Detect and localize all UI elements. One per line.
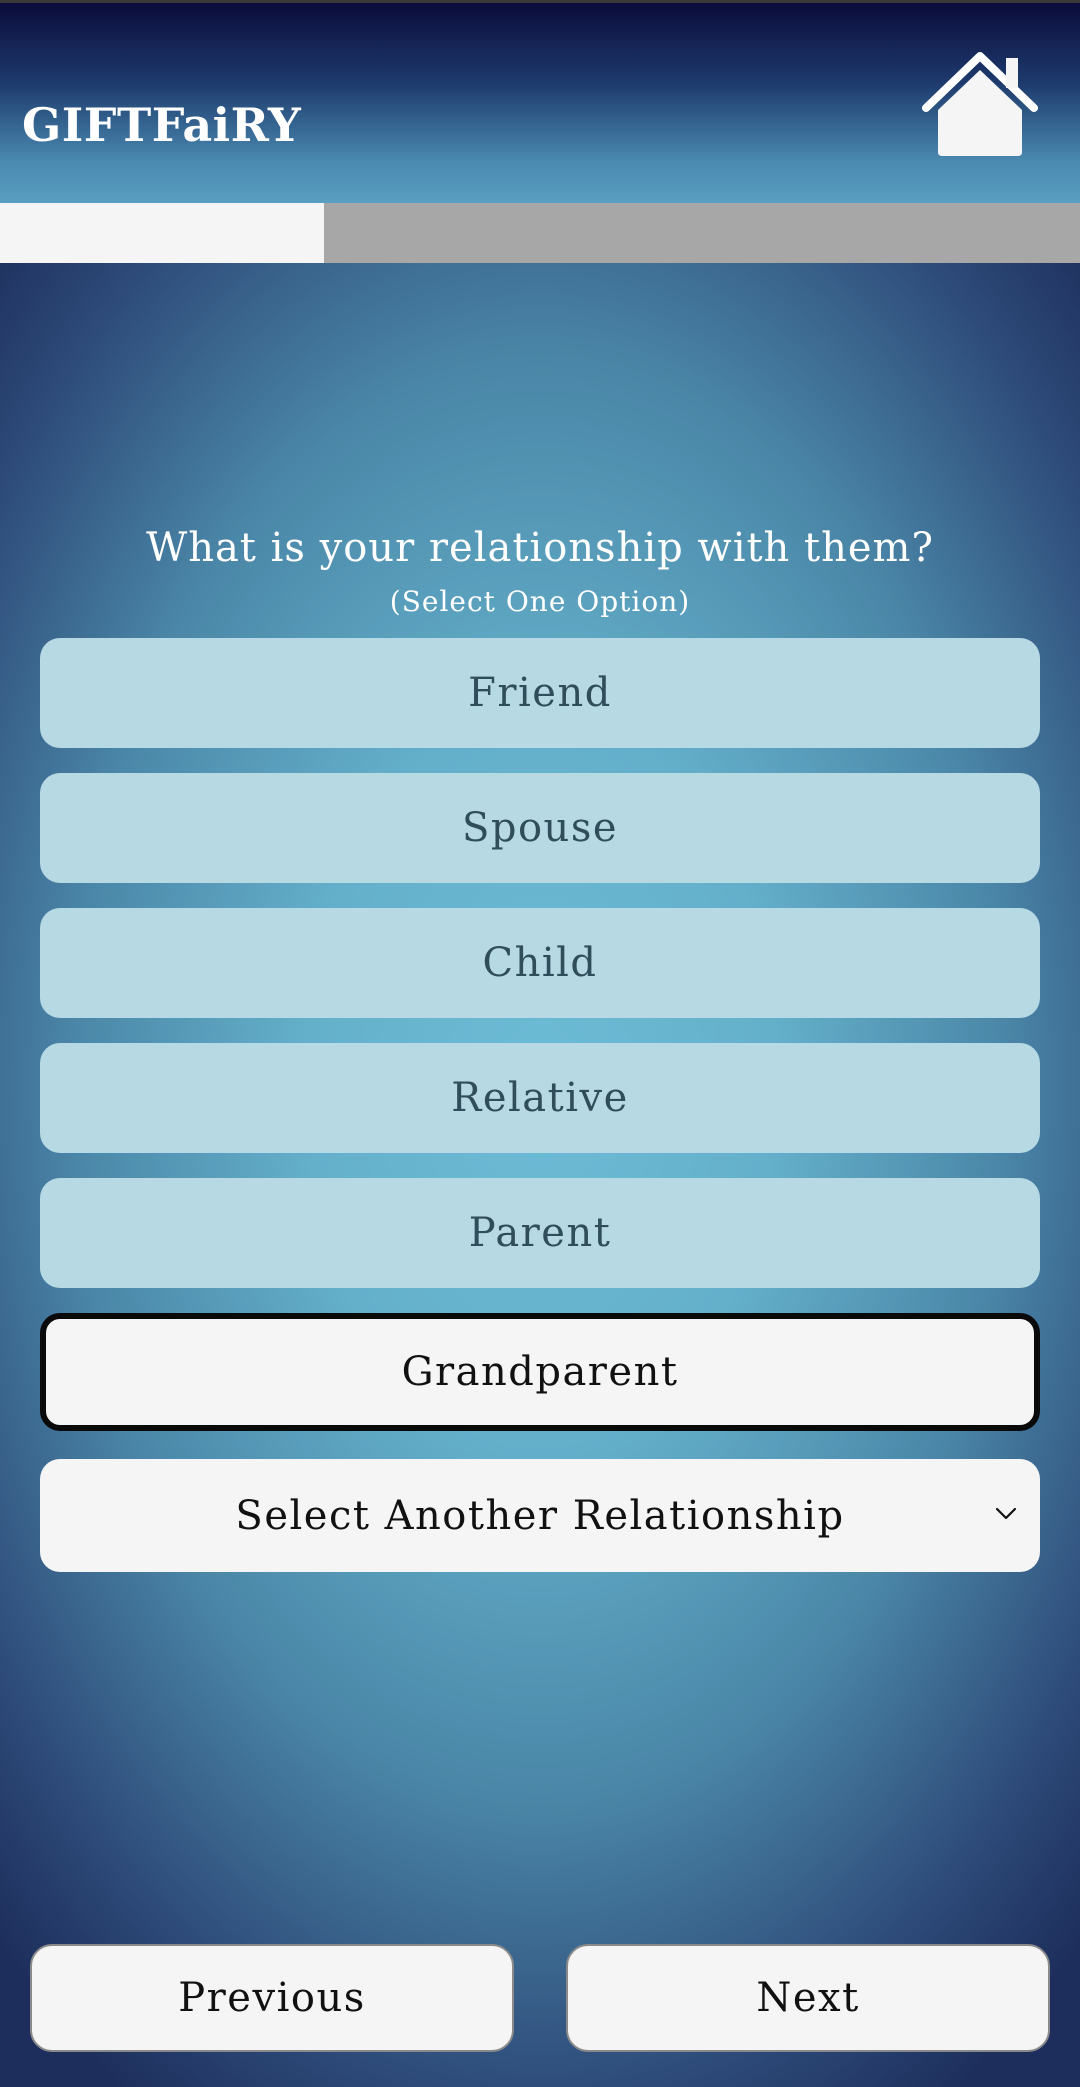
app-title: GIFTFaiRY [22, 98, 302, 152]
option-friend[interactable]: Friend [40, 638, 1040, 748]
home-button[interactable] [920, 48, 1040, 160]
option-parent[interactable]: Parent [40, 1178, 1040, 1288]
app-header: GIFTFaiRY [0, 0, 1080, 203]
progress-bar [0, 203, 1080, 263]
relationship-select[interactable]: Select Another Relationship [40, 1459, 1040, 1572]
next-button[interactable]: Next [566, 1944, 1050, 2052]
home-icon [922, 52, 1038, 156]
option-spouse[interactable]: Spouse [40, 773, 1040, 883]
option-child[interactable]: Child [40, 908, 1040, 1018]
question-title: What is your relationship with them? [146, 525, 934, 571]
previous-button[interactable]: Previous [30, 1944, 514, 2052]
question-subtitle: (Select One Option) [389, 585, 691, 618]
chevron-down-icon [995, 1507, 1017, 1520]
progress-bar-fill [0, 203, 324, 263]
option-relative[interactable]: Relative [40, 1043, 1040, 1153]
option-grandparent[interactable]: Grandparent [40, 1313, 1040, 1431]
relationship-select-label: Select Another Relationship [235, 1492, 845, 1539]
